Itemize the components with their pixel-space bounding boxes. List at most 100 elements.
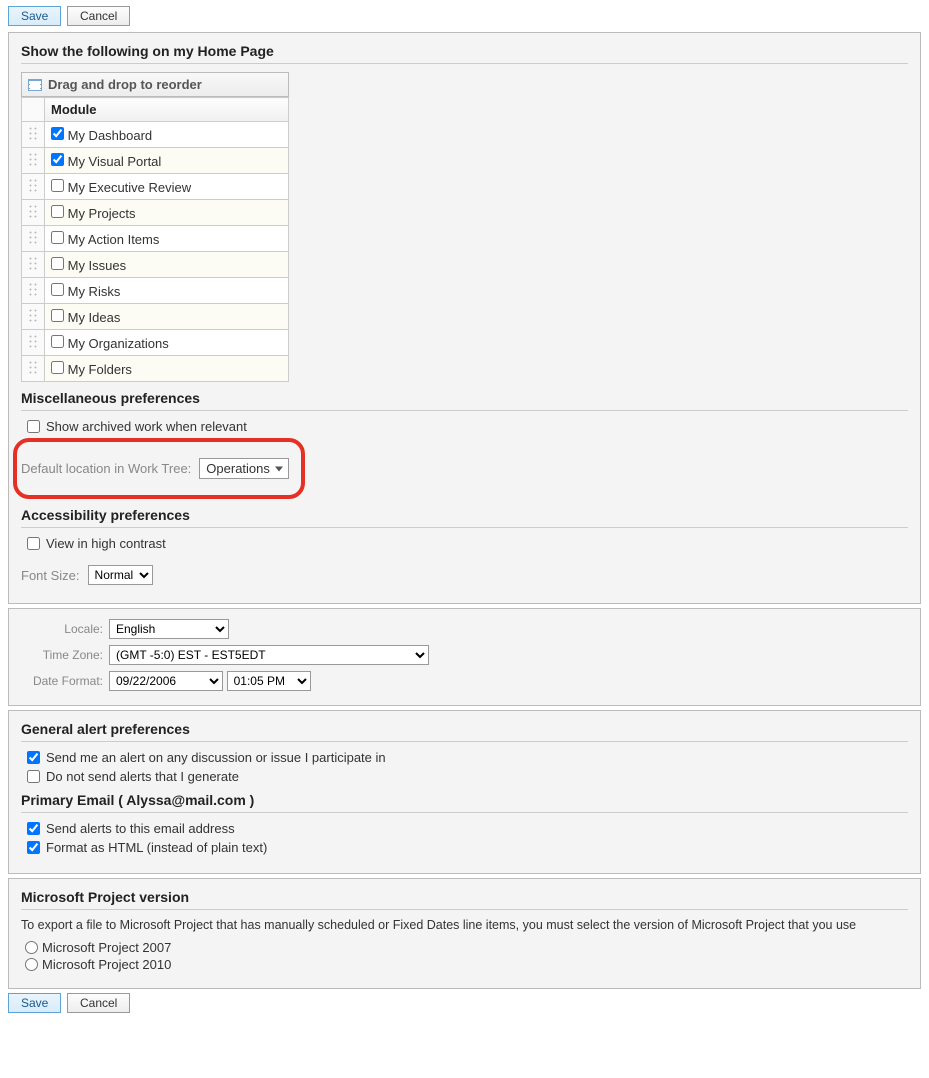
msproject-2007-label: Microsoft Project 2007 [42, 940, 171, 955]
module-cell: My Risks [45, 278, 289, 304]
msproject-panel: Microsoft Project version To export a fi… [8, 878, 921, 989]
save-button[interactable]: Save [8, 6, 61, 26]
module-column-header: Module [45, 98, 289, 122]
grid-icon [28, 79, 42, 91]
alerts-title: General alert preferences [21, 721, 908, 742]
drag-handle-cell[interactable] [22, 174, 45, 200]
drag-handle-icon[interactable] [28, 152, 38, 166]
drag-handle-icon[interactable] [28, 178, 38, 192]
drag-handle-icon[interactable] [28, 230, 38, 244]
table-row: My Action Items [22, 226, 289, 252]
format-html-label: Format as HTML (instead of plain text) [46, 840, 267, 855]
module-label: My Visual Portal [64, 154, 161, 169]
drag-handle-cell[interactable] [22, 356, 45, 382]
cancel-button[interactable]: Cancel [67, 6, 130, 26]
preferences-panel-1: Show the following on my Home Page Drag … [8, 32, 921, 604]
locale-select[interactable]: English [109, 619, 229, 639]
format-html-checkbox[interactable] [27, 841, 40, 854]
table-row: My Dashboard [22, 122, 289, 148]
timezone-label: Time Zone: [21, 648, 103, 662]
module-cell: My Executive Review [45, 174, 289, 200]
msproject-2010-radio[interactable] [25, 958, 38, 971]
alert-generate-checkbox[interactable] [27, 770, 40, 783]
primary-email-title: Primary Email ( Alyssa@mail.com ) [21, 792, 908, 813]
drag-handle-icon[interactable] [28, 334, 38, 348]
alert-participate-checkbox[interactable] [27, 751, 40, 764]
module-label: My Folders [64, 362, 132, 377]
module-checkbox[interactable] [51, 283, 64, 296]
module-cell: My Projects [45, 200, 289, 226]
table-row: My Issues [22, 252, 289, 278]
module-cell: My Folders [45, 356, 289, 382]
table-row: My Organizations [22, 330, 289, 356]
module-checkbox[interactable] [51, 205, 64, 218]
font-size-select[interactable]: Normal [88, 565, 153, 585]
module-checkbox[interactable] [51, 309, 64, 322]
drag-handle-cell[interactable] [22, 226, 45, 252]
table-row: My Projects [22, 200, 289, 226]
drag-handle-cell[interactable] [22, 122, 45, 148]
drag-handle-cell[interactable] [22, 200, 45, 226]
msproject-2007-radio[interactable] [25, 941, 38, 954]
show-archived-label: Show archived work when relevant [46, 419, 247, 434]
drag-handle-cell[interactable] [22, 278, 45, 304]
module-checkbox[interactable] [51, 257, 64, 270]
table-row: My Risks [22, 278, 289, 304]
table-row: My Ideas [22, 304, 289, 330]
font-size-label: Font Size: [21, 568, 80, 583]
timezone-select[interactable]: (GMT -5:0) EST - EST5EDT [109, 645, 429, 665]
drag-handle-cell[interactable] [22, 148, 45, 174]
bottom-button-row: Save Cancel [8, 993, 925, 1013]
drag-handle-icon[interactable] [28, 126, 38, 140]
drag-handle-icon[interactable] [28, 282, 38, 296]
alerts-panel: General alert preferences Send me an ale… [8, 710, 921, 874]
send-to-email-checkbox[interactable] [27, 822, 40, 835]
module-checkbox[interactable] [51, 127, 64, 140]
drag-handle-icon[interactable] [28, 204, 38, 218]
cancel-button-bottom[interactable]: Cancel [67, 993, 130, 1013]
drag-handle-icon[interactable] [28, 308, 38, 322]
top-button-row: Save Cancel [8, 6, 925, 26]
time-select[interactable]: 01:05 PM [227, 671, 311, 691]
module-cell: My Dashboard [45, 122, 289, 148]
module-label: My Dashboard [64, 128, 152, 143]
module-cell: My Issues [45, 252, 289, 278]
show-archived-checkbox[interactable] [27, 420, 40, 433]
alert-participate-label: Send me an alert on any discussion or is… [46, 750, 386, 765]
module-cell: My Action Items [45, 226, 289, 252]
module-cell: My Organizations [45, 330, 289, 356]
module-label: My Risks [64, 284, 120, 299]
accessibility-title: Accessibility preferences [21, 507, 908, 528]
module-checkbox[interactable] [51, 231, 64, 244]
module-label: My Issues [64, 258, 126, 273]
module-checkbox[interactable] [51, 361, 64, 374]
module-checkbox[interactable] [51, 153, 64, 166]
locale-label: Locale: [21, 622, 103, 636]
dateformat-label: Date Format: [21, 674, 103, 688]
module-label: My Ideas [64, 310, 120, 325]
save-button-bottom[interactable]: Save [8, 993, 61, 1013]
locale-panel: Locale: English Time Zone: (GMT -5:0) ES… [8, 608, 921, 706]
module-table: Module My Dashboard My Visual Portal My … [21, 97, 289, 382]
module-label: My Organizations [64, 336, 169, 351]
default-location-select[interactable]: Operations [199, 458, 289, 479]
module-label: My Action Items [64, 232, 159, 247]
drag-handle-cell[interactable] [22, 252, 45, 278]
high-contrast-label: View in high contrast [46, 536, 166, 551]
reorder-header: Drag and drop to reorder [21, 72, 289, 97]
home-modules-title: Show the following on my Home Page [21, 43, 908, 64]
drag-handle-cell[interactable] [22, 304, 45, 330]
drag-handle-cell[interactable] [22, 330, 45, 356]
misc-title: Miscellaneous preferences [21, 390, 908, 411]
drag-handle-icon[interactable] [28, 360, 38, 374]
drag-handle-icon[interactable] [28, 256, 38, 270]
date-select[interactable]: 09/22/2006 [109, 671, 223, 691]
reorder-hint: Drag and drop to reorder [48, 77, 202, 92]
module-label: My Executive Review [64, 180, 191, 195]
msproject-description: To export a file to Microsoft Project th… [21, 918, 908, 932]
module-checkbox[interactable] [51, 335, 64, 348]
show-archived-row: Show archived work when relevant [27, 419, 908, 434]
module-checkbox[interactable] [51, 179, 64, 192]
high-contrast-checkbox[interactable] [27, 537, 40, 550]
send-to-email-label: Send alerts to this email address [46, 821, 235, 836]
